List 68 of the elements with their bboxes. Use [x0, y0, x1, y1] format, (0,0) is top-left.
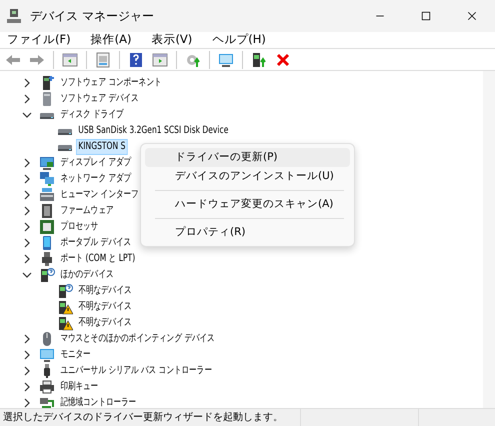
close-icon [466, 10, 478, 22]
expand-chevron-icon[interactable] [22, 254, 32, 264]
tree-item[interactable]: プロセッサ [58, 219, 101, 235]
monitor-icon [39, 347, 55, 363]
context-menu-item[interactable]: ドライバーの更新(P) [145, 148, 350, 167]
expand-chevron-icon[interactable] [22, 350, 32, 360]
context-menu-item[interactable]: プロパティ(R) [145, 223, 350, 242]
status-text: 選択したデバイスのドライバー更新ウィザードを起動します。 [2, 410, 284, 425]
window-title: デバイス マネージャー [30, 8, 154, 25]
display-icon [39, 155, 55, 171]
device-manager-icon [6, 8, 22, 24]
printer-icon [39, 379, 55, 395]
expand-chevron-icon[interactable] [22, 222, 32, 232]
cross-icon [275, 52, 291, 68]
keyboard-icon [39, 187, 55, 203]
device-icon [39, 267, 55, 283]
collapse-chevron-icon[interactable] [22, 110, 32, 120]
port-icon [39, 251, 55, 267]
collapse-chevron-icon[interactable] [22, 270, 32, 280]
tree-item[interactable]: モニター [58, 347, 93, 363]
monitor-icon [218, 52, 234, 68]
menu-item[interactable]: 表示(V) [147, 31, 196, 49]
tree-item[interactable]: ユニバーサル シリアル バス コントローラー [58, 363, 214, 379]
device-up-icon [251, 52, 267, 68]
tree-item[interactable]: USB SanDisk 3.2Gen1 SCSI Disk Device [76, 123, 231, 139]
context-menu-item[interactable]: デバイスのアンインストール(U) [145, 167, 350, 186]
expand-chevron-icon[interactable] [22, 366, 32, 376]
tree-item[interactable]: ヒューマン インターフ [58, 187, 141, 203]
tree-item[interactable]: ポート (COM と LPT) [58, 251, 138, 267]
tree-item[interactable]: マウスとそのほかのポインティング デバイス [58, 331, 217, 347]
tree-item[interactable]: 不明なデバイス [76, 315, 134, 331]
tree-item[interactable]: ソフトウェア コンポーネント [58, 75, 164, 91]
properties-icon [95, 52, 111, 68]
expand-chevron-icon[interactable] [22, 334, 32, 344]
tree-item[interactable]: ポータブル デバイス [58, 235, 134, 251]
tree-item[interactable]: KINGSTON S [76, 139, 128, 155]
tree-item[interactable]: 印刷キュー [58, 379, 101, 395]
menu-item[interactable]: ファイル(F) [3, 31, 75, 49]
expand-chevron-icon[interactable] [22, 78, 32, 88]
context-menu-item[interactable]: ハードウェア変更のスキャン(A) [145, 195, 350, 214]
tree-item[interactable]: ディスプレイ アダプ [58, 155, 134, 171]
expand-chevron-icon[interactable] [22, 206, 32, 216]
tree-item[interactable]: 記憶域コントローラー [58, 395, 139, 408]
tree-item[interactable]: ほかのデバイス [58, 267, 116, 283]
expand-chevron-icon[interactable] [22, 190, 32, 200]
processor-icon [39, 219, 55, 235]
tree-item[interactable]: 不明なデバイス [76, 283, 134, 299]
network-icon [39, 171, 55, 187]
tree-item[interactable]: ファームウェア [58, 203, 116, 219]
tree-item[interactable]: 不明なデバイス [76, 299, 134, 315]
expand-chevron-icon[interactable] [22, 238, 32, 248]
expand-chevron-icon[interactable] [22, 174, 32, 184]
expand-chevron-icon[interactable] [22, 398, 32, 408]
expand-chevron-icon[interactable] [22, 382, 32, 392]
firmware-icon [39, 203, 55, 219]
expand-chevron-icon[interactable] [22, 94, 32, 104]
tree-item[interactable]: ソフトウェア デバイス [58, 91, 141, 107]
help-icon [128, 52, 144, 68]
panel-icon [152, 52, 168, 68]
panel-icon [62, 52, 78, 68]
expand-chevron-icon[interactable] [22, 158, 32, 168]
menu-item[interactable]: ヘルプ(H) [208, 31, 270, 49]
scrollbar[interactable] [483, 71, 495, 408]
menu-item[interactable]: 操作(A) [86, 31, 136, 49]
maximize-icon [420, 10, 432, 22]
tree-item[interactable]: ディスク ドライブ [58, 107, 126, 123]
storage-icon [39, 395, 55, 408]
tree-item[interactable]: ネットワーク アダプ [58, 171, 134, 187]
